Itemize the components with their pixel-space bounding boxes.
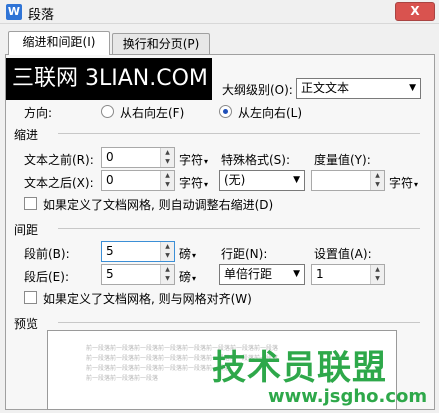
measure-label: 度量值(Y): [314,153,371,167]
space-before-unit-text: 磅 [179,247,192,261]
indent-before-label: 文本之前(R): [24,153,94,167]
outline-level-label: 大纲级别(O): [222,83,293,97]
spacing-divider [58,228,420,229]
setting-value-input[interactable]: 1 ▲ ▼ [311,264,385,285]
spin-up-icon[interactable]: ▲ [161,265,174,274]
ltr-label: 从左向右(L) [238,106,303,120]
measure-unit-text: 字符 [389,176,414,190]
caret-down-icon: ▾ [192,251,197,260]
spinner[interactable]: ▲ ▼ [160,148,174,167]
spin-down-icon[interactable]: ▼ [371,180,384,189]
indent-before-value: 0 [106,150,114,164]
indent-after-label: 文本之后(X): [24,176,94,190]
spin-down-icon[interactable]: ▼ [161,157,174,166]
wps-app-icon: W [6,4,22,20]
special-format-value: (无) [224,173,246,187]
caret-down-icon: ▾ [414,180,419,189]
indent-group-title: 缩进 [14,126,43,143]
snap-to-grid-label: 如果定义了文档网格, 则与网格对齐(W) [43,292,252,306]
space-before-label: 段前(B): [24,247,70,261]
direction-label: 方向: [24,106,53,120]
indent-before-unit-text: 字符 [179,153,204,167]
space-after-label: 段后(E): [24,270,69,284]
spin-up-icon[interactable]: ▲ [161,148,174,157]
outline-level-value: 正文文本 [301,81,350,95]
space-before-unit[interactable]: 磅▾ [179,245,196,262]
space-before-input[interactable]: 5 ▲ ▼ [101,241,175,262]
auto-adjust-indent-checkbox[interactable] [24,197,37,210]
space-after-input[interactable]: 5 ▲ ▼ [101,264,175,285]
watermark-url: www.jsgho.com [268,386,428,407]
setting-value: 1 [316,267,324,281]
spinner[interactable]: ▲ ▼ [160,171,174,190]
setting-value-label: 设置值(A): [314,247,372,261]
line-spacing-select[interactable]: 单倍行距 ▼ [219,264,305,285]
spinner[interactable]: ▲ ▼ [160,242,174,261]
tab-indent-spacing[interactable]: 缩进和间距(I) [8,31,110,55]
snap-to-grid-checkbox[interactable] [24,291,37,304]
spinner[interactable]: ▲ ▼ [370,171,384,190]
measure-unit[interactable]: 字符▾ [389,174,418,191]
special-format-select[interactable]: (无) ▼ [219,170,305,191]
space-after-unit-text: 磅 [179,270,192,284]
indent-after-unit-text: 字符 [179,176,204,190]
preview-group-title: 预览 [14,315,43,332]
caret-down-icon: ▾ [204,180,209,189]
spinner[interactable]: ▲ ▼ [370,265,384,284]
spin-up-icon[interactable]: ▲ [161,171,174,180]
preview-divider [58,322,420,323]
line-spacing-value: 单倍行距 [224,267,273,281]
caret-down-icon: ▾ [204,157,209,166]
spinner[interactable]: ▲ ▼ [160,265,174,284]
radio-rtl[interactable] [101,105,114,118]
indent-after-unit[interactable]: 字符▾ [179,174,208,191]
special-format-label: 特殊格式(S): [221,153,291,167]
space-after-value: 5 [106,267,114,281]
caret-down-icon: ▾ [192,274,197,283]
spin-up-icon[interactable]: ▲ [371,171,384,180]
chevron-down-icon: ▼ [293,175,300,185]
tab-line-page-breaks[interactable]: 换行和分页(P) [112,33,210,55]
rtl-label: 从右向左(F) [120,106,185,120]
radio-ltr[interactable] [219,105,232,118]
indent-before-input[interactable]: 0 ▲ ▼ [101,147,175,168]
preview-line: 前一段落前一段落前一段落前一段落前一段落前一段落 [86,365,231,372]
chevron-down-icon: ▼ [293,269,300,279]
spacing-group-title: 间距 [14,221,43,238]
indent-after-input[interactable]: 0 ▲ ▼ [101,170,175,191]
close-button[interactable]: X [395,2,435,21]
space-before-value: 5 [106,244,114,258]
watermark-logo: 技术员联盟 [212,348,387,388]
indent-divider [58,133,420,134]
spin-down-icon[interactable]: ▼ [161,180,174,189]
indent-before-unit[interactable]: 字符▾ [179,151,208,168]
spin-up-icon[interactable]: ▲ [161,242,174,251]
spin-down-icon[interactable]: ▼ [161,251,174,260]
auto-adjust-indent-label: 如果定义了文档网格, 则自动调整右缩进(D) [43,198,274,212]
spin-up-icon[interactable]: ▲ [371,265,384,274]
outline-level-select[interactable]: 正文文本 ▼ [296,78,421,99]
watermark-3lian: 三联网 3LIAN.COM [6,58,212,100]
measure-input[interactable]: ▲ ▼ [311,170,385,191]
spin-down-icon[interactable]: ▼ [161,274,174,283]
window-title: 段落 [28,8,55,23]
chevron-down-icon: ▼ [409,83,416,93]
space-after-unit[interactable]: 磅▾ [179,268,196,285]
indent-after-value: 0 [106,173,114,187]
title-bar: W 段落 X [0,0,439,24]
spin-down-icon[interactable]: ▼ [371,274,384,283]
line-spacing-label: 行距(N): [221,247,268,261]
preview-line: 前一段落前一段落前一段落 [86,375,159,382]
